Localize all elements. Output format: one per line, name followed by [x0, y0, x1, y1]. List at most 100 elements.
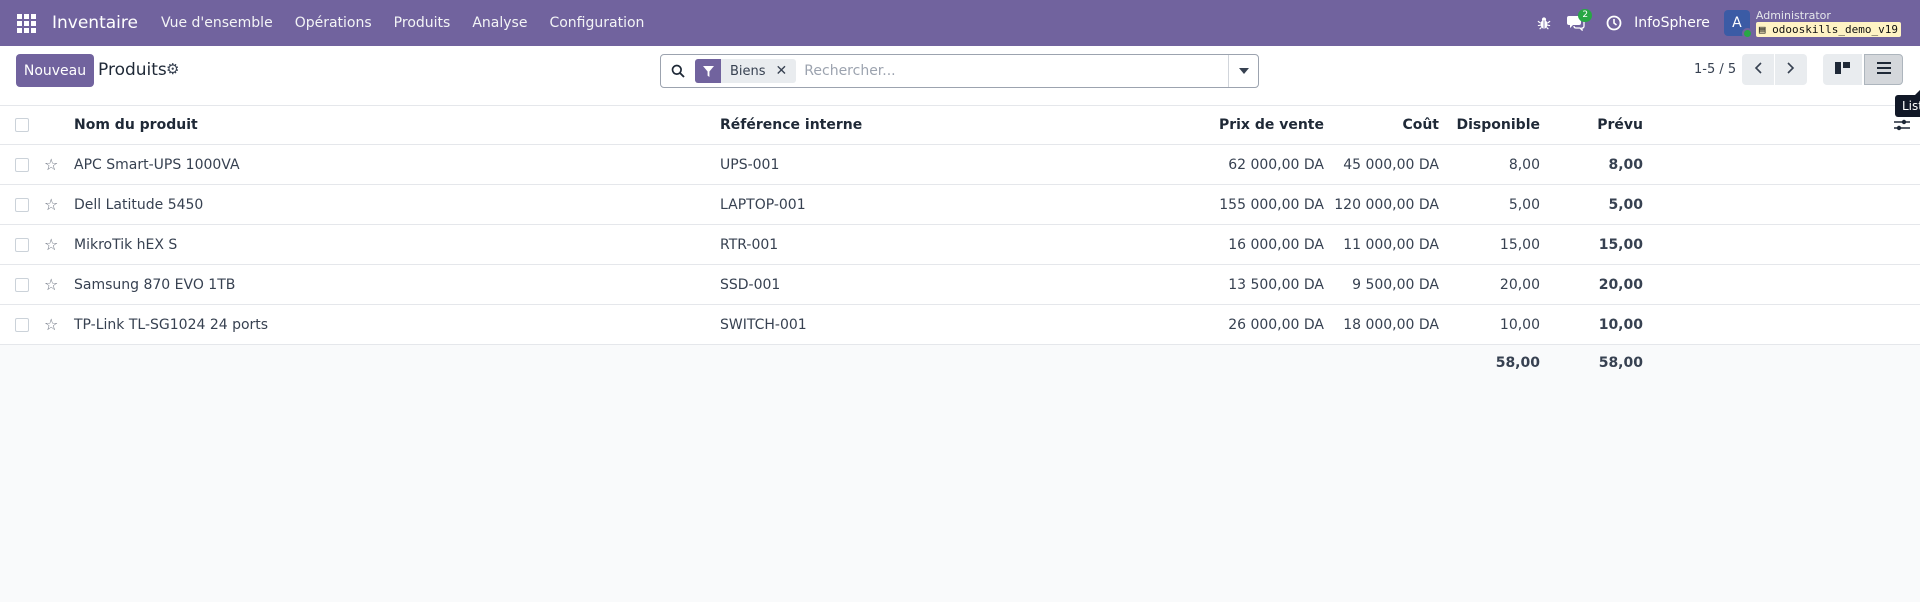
select-all-checkbox[interactable]	[15, 106, 31, 144]
row-checkbox[interactable]	[15, 185, 31, 224]
company-switcher[interactable]: InfoSphere	[1630, 15, 1724, 31]
user-menu[interactable]: Administrator ▤ odooskills_demo_v19	[1755, 9, 1901, 37]
product-available: 10,00	[1499, 316, 1540, 333]
row-checkbox[interactable]	[15, 145, 31, 184]
product-price: 13 500,00 DA	[1228, 276, 1324, 293]
product-ref: RTR-001	[720, 236, 779, 253]
apps-grid-icon[interactable]	[0, 0, 52, 46]
column-header-available[interactable]: Disponible	[1445, 106, 1540, 144]
product-available: 20,00	[1499, 276, 1540, 293]
database-icon: ▤	[1758, 23, 1766, 36]
product-name: MikroTik hEX S	[74, 236, 178, 253]
table-row[interactable]: ☆ MikroTik hEX S RTR-001 16 000,00 DA 11…	[0, 225, 1920, 265]
product-forecast: 8,00	[1608, 156, 1643, 173]
product-name: TP-Link TL-SG1024 24 ports	[74, 316, 269, 333]
online-status-icon	[1741, 28, 1753, 39]
pager-next-button[interactable]	[1775, 54, 1807, 85]
product-ref: LAPTOP-001	[720, 196, 806, 213]
avatar-letter: A	[1732, 15, 1742, 31]
column-header-ref[interactable]: Référence interne	[720, 106, 1080, 144]
app-name[interactable]: Inventaire	[52, 13, 150, 33]
bug-icon[interactable]	[1528, 0, 1560, 46]
top-navbar: Inventaire Vue d'ensemble Opérations Pro…	[0, 0, 1920, 46]
list-view-button[interactable]	[1864, 54, 1903, 85]
products-list: Nom du produit Référence interne Prix de…	[0, 106, 1920, 381]
row-checkbox[interactable]	[15, 305, 31, 344]
kanban-view-button[interactable]	[1823, 54, 1862, 85]
table-row[interactable]: ☆ Samsung 870 EVO 1TB SSD-001 13 500,00 …	[0, 265, 1920, 305]
search-icon[interactable]	[661, 64, 695, 78]
list-icon	[1876, 62, 1891, 77]
menu-item-configuration[interactable]: Configuration	[538, 15, 655, 31]
product-price: 62 000,00 DA	[1228, 156, 1324, 173]
pager-value[interactable]: 1-5 / 5	[1694, 62, 1736, 77]
chevron-right-icon	[1787, 62, 1795, 77]
filter-icon	[695, 59, 721, 83]
star-icon[interactable]: ☆	[44, 265, 62, 304]
row-checkbox[interactable]	[15, 225, 31, 264]
product-available: 5,00	[1508, 196, 1540, 213]
search-bar: Biens ✕	[660, 54, 1259, 88]
database-name: ▤ odooskills_demo_v19	[1755, 22, 1901, 37]
product-ref: SSD-001	[720, 276, 781, 293]
table-row[interactable]: ☆ APC Smart-UPS 1000VA UPS-001 62 000,00…	[0, 145, 1920, 185]
star-icon[interactable]: ☆	[44, 145, 62, 184]
column-header-price[interactable]: Prix de vente	[1160, 106, 1324, 144]
row-checkbox[interactable]	[15, 265, 31, 304]
product-cost: 120 000,00 DA	[1334, 196, 1439, 213]
new-button[interactable]: Nouveau	[16, 54, 94, 87]
star-icon[interactable]: ☆	[44, 305, 62, 344]
star-icon[interactable]: ☆	[44, 185, 62, 224]
messages-count-badge: 2	[1578, 9, 1593, 22]
menu-item-analysis[interactable]: Analyse	[461, 15, 538, 31]
chevron-left-icon	[1754, 62, 1762, 77]
product-ref: UPS-001	[720, 156, 780, 173]
table-header: Nom du produit Référence interne Prix de…	[0, 106, 1920, 145]
search-facet: Biens ✕	[695, 59, 797, 83]
kanban-icon	[1835, 62, 1850, 77]
chevron-down-icon[interactable]	[1228, 55, 1258, 87]
product-cost: 11 000,00 DA	[1343, 236, 1439, 253]
facet-label: Biens	[730, 63, 766, 79]
product-available: 8,00	[1508, 156, 1540, 173]
product-ref: SWITCH-001	[720, 316, 807, 333]
gear-icon[interactable]: ⚙	[166, 60, 179, 78]
table-row[interactable]: ☆ Dell Latitude 5450 LAPTOP-001 155 000,…	[0, 185, 1920, 225]
control-panel: Nouveau Produits ⚙ Biens ✕ 1-5 / 5	[0, 46, 1920, 106]
column-header-cost[interactable]: Coût	[1330, 106, 1439, 144]
product-cost: 9 500,00 DA	[1352, 276, 1439, 293]
product-forecast: 5,00	[1608, 196, 1643, 213]
table-totals-row: 58,00 58,00	[0, 345, 1920, 381]
product-price: 26 000,00 DA	[1228, 316, 1324, 333]
chat-icon[interactable]: 2	[1560, 0, 1593, 46]
product-forecast: 20,00	[1598, 276, 1643, 293]
column-header-name[interactable]: Nom du produit	[74, 106, 634, 144]
total-available: 58,00	[1495, 355, 1540, 371]
product-price: 155 000,00 DA	[1219, 196, 1324, 213]
menu-item-operations[interactable]: Opérations	[284, 15, 383, 31]
menu-item-overview[interactable]: Vue d'ensemble	[150, 15, 284, 31]
product-name: APC Smart-UPS 1000VA	[74, 156, 240, 173]
table-row[interactable]: ☆ TP-Link TL-SG1024 24 ports SWITCH-001 …	[0, 305, 1920, 345]
total-forecast: 58,00	[1598, 355, 1643, 371]
user-name: Administrator	[1755, 9, 1831, 22]
tooltip-list-view: Liste	[1895, 90, 1920, 117]
product-name: Dell Latitude 5450	[74, 196, 204, 213]
clock-icon[interactable]	[1598, 0, 1630, 46]
product-forecast: 10,00	[1598, 316, 1643, 333]
product-cost: 45 000,00 DA	[1343, 156, 1439, 173]
product-name: Samsung 870 EVO 1TB	[74, 276, 236, 293]
menu-item-products[interactable]: Produits	[383, 15, 462, 31]
close-icon[interactable]: ✕	[776, 63, 797, 79]
search-input[interactable]	[804, 56, 1228, 86]
product-forecast: 15,00	[1598, 236, 1643, 253]
product-available: 15,00	[1499, 236, 1540, 253]
product-price: 16 000,00 DA	[1228, 236, 1324, 253]
navbar-systray: 2 InfoSphere A Administrator ▤ odooskill…	[1528, 0, 1920, 46]
column-header-forecast[interactable]: Prévu	[1546, 106, 1643, 144]
avatar[interactable]: A	[1723, 10, 1753, 39]
page-title: Produits	[98, 60, 167, 80]
pager-previous-button[interactable]	[1742, 54, 1774, 85]
product-cost: 18 000,00 DA	[1343, 316, 1439, 333]
star-icon[interactable]: ☆	[44, 225, 62, 264]
